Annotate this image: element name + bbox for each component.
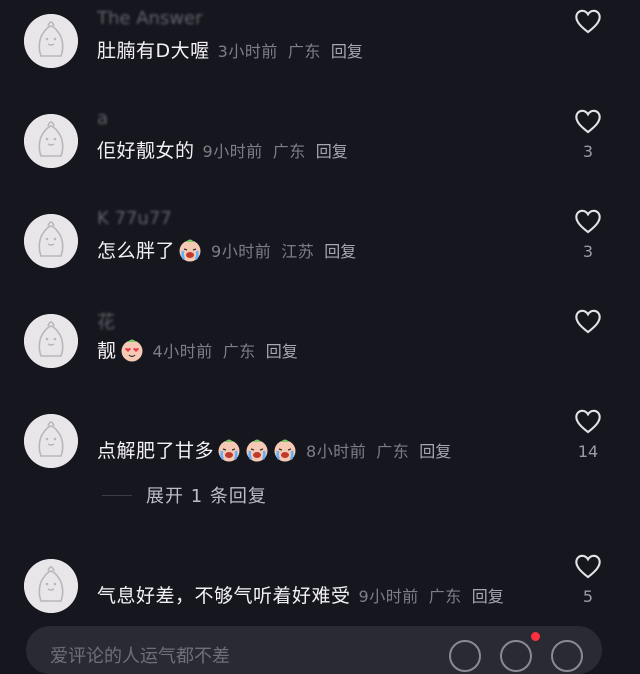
like-count: 3 xyxy=(582,242,594,261)
image-icon[interactable] xyxy=(551,640,583,672)
comment-location: 广东 xyxy=(287,41,321,61)
comment-location: 广东 xyxy=(376,441,410,461)
comment-location: 江苏 xyxy=(281,241,315,261)
avatar[interactable] xyxy=(24,414,78,468)
comment-input[interactable]: 爱评论的人运气都不差 xyxy=(26,626,602,674)
reply-button[interactable]: 回复 xyxy=(316,138,348,162)
like-button[interactable]: 5 xyxy=(566,553,610,607)
comment-input-placeholder: 爱评论的人运气都不差 xyxy=(50,646,230,667)
heart-icon xyxy=(575,309,601,334)
like-button[interactable]: 3 xyxy=(566,108,610,162)
comment-location: 广东 xyxy=(272,141,306,161)
notification-dot xyxy=(531,632,540,641)
avatar[interactable] xyxy=(24,14,78,68)
comment-line: 肚腩有D大喔 3小时前 广东 回复 xyxy=(97,36,363,63)
crying-face-emoji xyxy=(244,437,270,463)
heart-icon xyxy=(575,409,601,434)
comment-text: 肚腩有D大喔 xyxy=(97,40,210,62)
like-count: 3 xyxy=(582,142,594,161)
heart-icon xyxy=(575,554,601,579)
reply-button[interactable]: 回复 xyxy=(419,438,451,462)
crying-face-emoji xyxy=(272,437,298,463)
like-count: 14 xyxy=(577,442,599,461)
comment-time: 4小时前 xyxy=(152,341,213,361)
comment-line: 佢好靓女的 9小时前 广东 回复 xyxy=(97,136,348,163)
comment-time: 8小时前 xyxy=(306,441,367,461)
comment-item: K 77u77 怎么胖了 9小时前 江苏 回复 3 xyxy=(0,208,640,308)
divider xyxy=(102,494,132,496)
comment-location: 广东 xyxy=(428,586,462,606)
like-button[interactable] xyxy=(566,8,610,62)
reply-button[interactable]: 回复 xyxy=(266,338,298,362)
avatar[interactable] xyxy=(24,314,78,368)
comment-line: 气息好差，不够气听着好难受 9小时前 广东 回复 xyxy=(97,581,504,608)
comment-item: The Answer 肚腩有D大喔 3小时前 广东 回复 xyxy=(0,8,640,108)
like-count xyxy=(566,42,610,62)
comment-item: 点解肥了甘多 8小时前 广东 回复 14 xyxy=(0,408,640,508)
like-count xyxy=(566,342,610,362)
avatar[interactable] xyxy=(24,559,78,613)
expand-replies-label: 展开 1 条回复 xyxy=(146,486,267,507)
reply-button[interactable]: 回复 xyxy=(324,238,356,262)
username[interactable]: K 77u77 xyxy=(97,208,172,229)
crying-face-emoji xyxy=(177,237,203,263)
comment-text: 佢好靓女的 xyxy=(97,140,195,162)
username[interactable]: The Answer xyxy=(97,8,203,29)
like-button[interactable]: 3 xyxy=(566,208,610,262)
emoji-icon[interactable] xyxy=(500,640,532,672)
comment-time: 9小时前 xyxy=(202,141,263,161)
comment-text: 点解肥了甘多 xyxy=(97,440,215,462)
crying-face-emoji xyxy=(216,437,242,463)
username[interactable]: a xyxy=(97,108,108,129)
username[interactable]: 花 xyxy=(97,308,115,334)
heart-icon xyxy=(575,209,601,234)
comment-text: 气息好差，不够气听着好难受 xyxy=(97,585,351,607)
avatar[interactable] xyxy=(24,114,78,168)
like-button[interactable] xyxy=(566,308,610,362)
comment-line: 怎么胖了 9小时前 江苏 回复 xyxy=(97,236,356,263)
comment-time: 3小时前 xyxy=(217,41,278,61)
like-button[interactable]: 14 xyxy=(566,408,610,462)
heart-eyes-face-emoji xyxy=(119,337,145,363)
comment-time: 9小时前 xyxy=(211,241,272,261)
like-count: 5 xyxy=(582,587,594,606)
comment-text: 怎么胖了 xyxy=(97,240,176,262)
expand-replies-button[interactable]: 展开 1 条回复 xyxy=(102,482,267,508)
heart-icon xyxy=(575,109,601,134)
comment-item: a 佢好靓女的 9小时前 广东 回复 3 xyxy=(0,108,640,208)
at-mention-icon[interactable] xyxy=(449,640,481,672)
comment-line: 点解肥了甘多 8小时前 广东 回复 xyxy=(97,436,451,463)
comment-time: 9小时前 xyxy=(358,586,419,606)
avatar[interactable] xyxy=(24,214,78,268)
heart-icon xyxy=(575,9,601,34)
comment-line: 靓 4小时前 广东 回复 xyxy=(97,336,298,363)
comment-item: 花 靓 4小时前 广东 回复 xyxy=(0,308,640,408)
comment-location: 广东 xyxy=(222,341,256,361)
comment-text: 靓 xyxy=(97,340,117,362)
reply-button[interactable]: 回复 xyxy=(331,38,363,62)
reply-button[interactable]: 回复 xyxy=(472,583,504,607)
